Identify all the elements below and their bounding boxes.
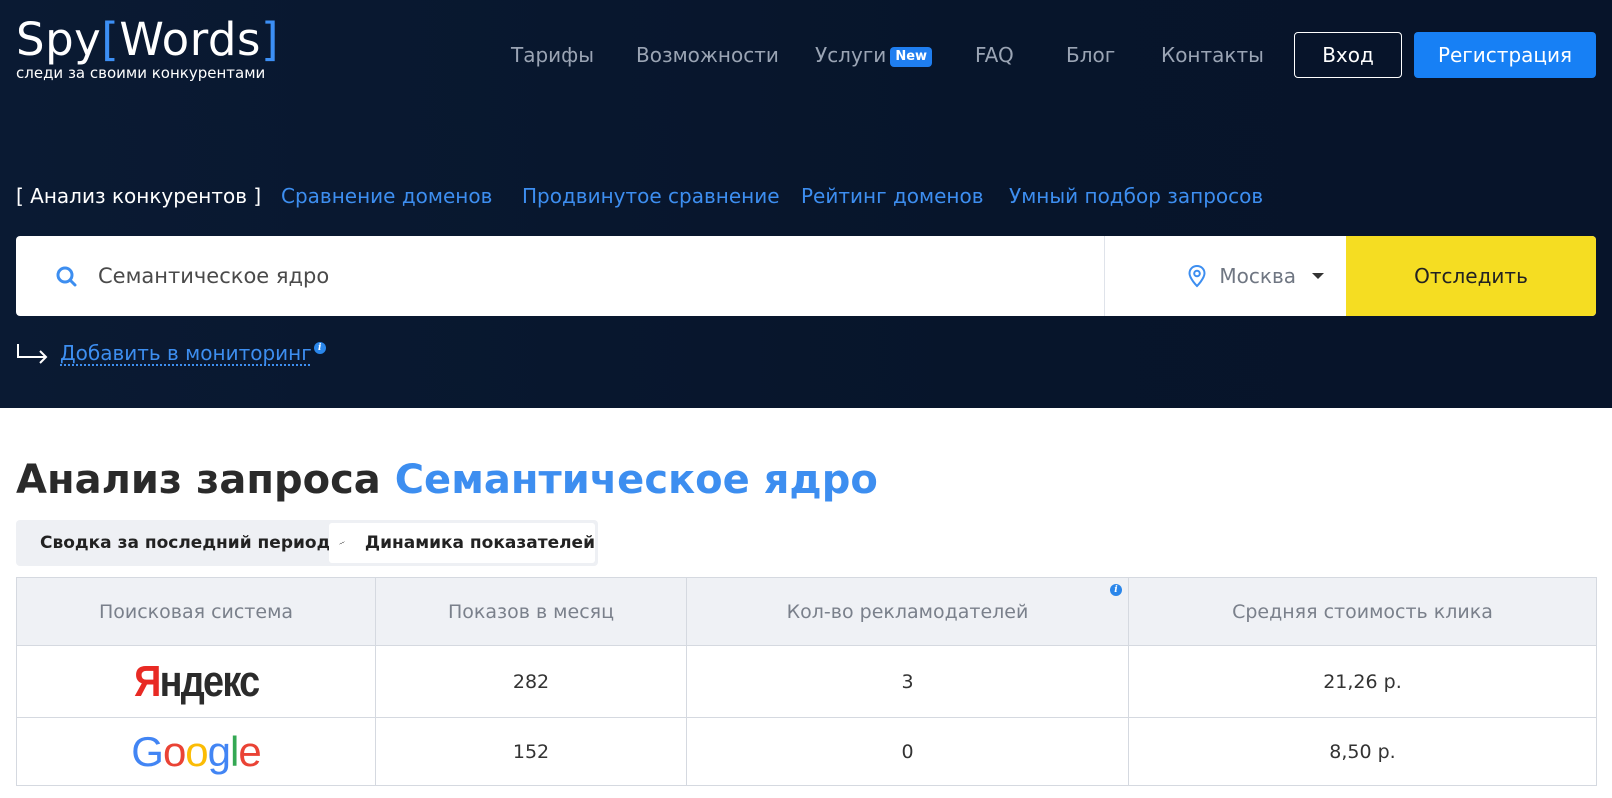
impressions-cell: 282 [375, 645, 687, 718]
cpc-cell: 21,26 р. [1128, 645, 1597, 718]
info-icon[interactable]: i [313, 342, 326, 354]
info-icon[interactable]: i [1110, 584, 1122, 596]
login-button[interactable]: Вход [1294, 32, 1402, 78]
hero-header: Spy[Words] следи за своими конкурентами … [0, 0, 1612, 408]
search-input[interactable] [98, 236, 1098, 316]
tool-domain-compare[interactable]: Сравнение доменов [281, 181, 492, 211]
tab-dynamics[interactable]: Динамика показателей [329, 523, 595, 563]
location-pin-icon [1188, 264, 1206, 288]
add-monitoring-link[interactable]: Добавить в мониторинг [60, 341, 312, 365]
region-select[interactable]: Москва [1104, 236, 1346, 316]
tab-dynamics-label: Динамика показателей [364, 533, 595, 553]
search-bar: Москва Отследить [16, 236, 1596, 316]
yandex-logo-first-letter: Я [133, 656, 161, 706]
view-tabs: Сводка за последний период Динамика пока… [16, 520, 598, 566]
nav-blog[interactable]: Блог [1066, 40, 1115, 70]
stats-table: Поисковая система Показов в месяц Кол-во… [16, 577, 1597, 786]
cpc-cell: 8,50 р. [1128, 717, 1597, 786]
track-button[interactable]: Отследить [1346, 236, 1596, 316]
region-label: Москва [1219, 264, 1296, 288]
line-chart-icon [339, 541, 345, 545]
google-logo: Google [131, 727, 261, 775]
logo-tagline: следи за своими конкурентами [16, 64, 266, 82]
tab-summary-label: Сводка за последний период [40, 533, 331, 553]
search-icon [56, 266, 77, 287]
advertisers-cell: 0 [686, 717, 1129, 786]
col-header-engine: Поисковая система [16, 577, 376, 646]
tool-competitor-analysis[interactable]: [ Анализ конкурентов ] [16, 181, 261, 211]
page-title: Анализ запроса Семантическое ядро [16, 452, 878, 508]
engine-cell: Яндекс [16, 645, 376, 718]
chevron-down-icon [1312, 273, 1324, 279]
logo-wordmark: Spy[Words] [16, 13, 279, 66]
new-badge: New [890, 47, 933, 67]
nav-contacts[interactable]: Контакты [1161, 40, 1264, 70]
page-title-prefix: Анализ запроса [16, 457, 381, 503]
nav-features[interactable]: Возможности [636, 40, 779, 70]
tab-summary[interactable]: Сводка за последний период [16, 520, 331, 566]
tool-advanced-compare[interactable]: Продвинутое сравнение [522, 181, 780, 211]
nav-services-label: Услуги [815, 43, 887, 67]
col-header-advertisers-label: Кол-во рекламодателей [786, 600, 1029, 623]
tool-domain-rating[interactable]: Рейтинг доменов [801, 181, 984, 211]
logo[interactable]: Spy[Words] следи за своими конкурентами [16, 13, 279, 83]
col-header-cpc: Средняя стоимость клика [1128, 577, 1597, 646]
yandex-logo-rest: ндекс [159, 656, 260, 706]
register-button[interactable]: Регистрация [1414, 32, 1596, 78]
nav-faq[interactable]: FAQ [975, 40, 1014, 70]
advertisers-cell: 3 [686, 645, 1129, 718]
table-row: Google 152 0 8,50 р. [16, 717, 1597, 786]
yandex-logo: Яндекс [133, 656, 260, 707]
nav-tariffs[interactable]: Тарифы [511, 40, 594, 70]
engine-cell: Google [16, 717, 376, 786]
tool-smart-queries[interactable]: Умный подбор запросов [1009, 181, 1263, 211]
table-row: Яндекс 282 3 21,26 р. [16, 645, 1597, 718]
add-monitoring: Добавить в мониторинг i [16, 340, 326, 366]
impressions-cell: 152 [375, 717, 687, 786]
page-title-query: Семантическое ядро [394, 457, 878, 503]
col-header-advertisers: Кол-во рекламодателей i [686, 577, 1129, 646]
nav-services[interactable]: Услуги New [815, 40, 933, 70]
return-arrow-icon [17, 344, 48, 364]
col-header-impressions: Показов в месяц [375, 577, 687, 646]
